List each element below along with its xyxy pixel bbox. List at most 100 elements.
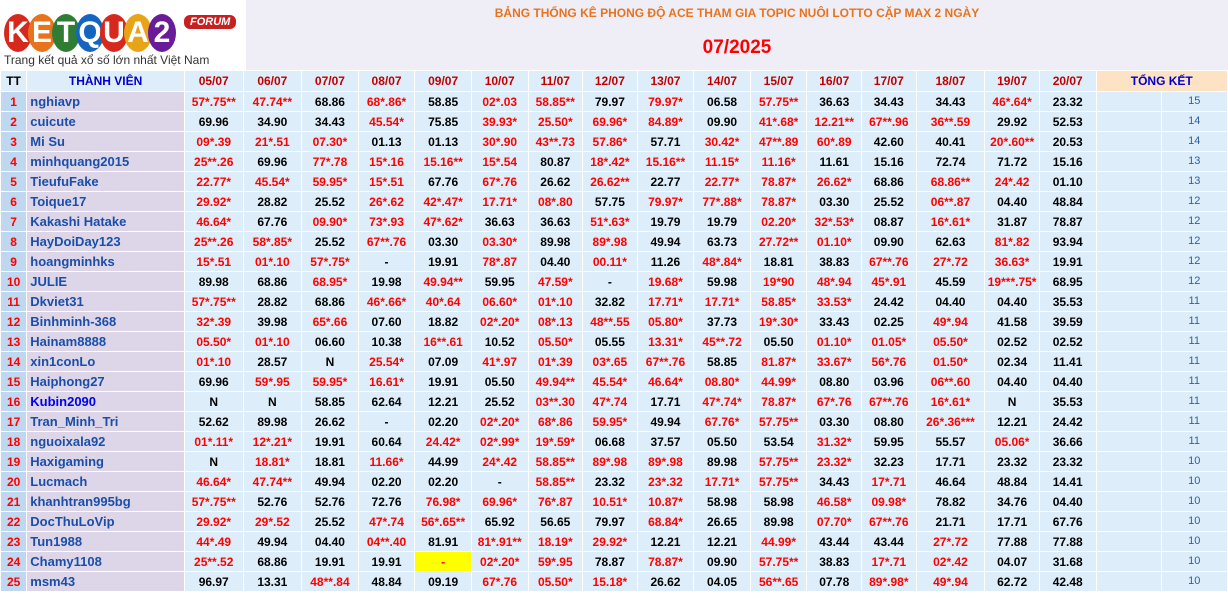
column-header-day: 15/07 xyxy=(749,70,808,92)
day-result-cell: 05.80* xyxy=(636,311,695,332)
total-cell: 12 xyxy=(1095,271,1228,292)
day-result-cell: 72.74 xyxy=(915,151,986,172)
day-result-cell: 29.92* xyxy=(183,191,244,212)
site-logo[interactable]: KETQUA2 FORUM Trang kết quả xổ số lớn nh… xyxy=(0,0,246,70)
day-result-cell: 08.87 xyxy=(861,211,917,232)
day-result-cell: 09.90 xyxy=(693,111,751,132)
day-result-cell: 11.66* xyxy=(357,451,416,472)
day-result-cell: 42.48 xyxy=(1038,571,1097,592)
day-result-cell: 57.71 xyxy=(636,131,695,152)
day-result-cell: 68.95* xyxy=(301,271,359,292)
member-name-link[interactable]: Mi Su xyxy=(26,131,185,152)
member-name-link[interactable]: Binhminh-368 xyxy=(26,311,185,332)
day-result-cell: 03.30* xyxy=(470,231,529,252)
column-header-day: 08/07 xyxy=(357,70,416,92)
member-name-link[interactable]: HayDoiDay123 xyxy=(26,231,185,252)
member-name-link[interactable]: msm43 xyxy=(26,571,185,592)
day-result-cell: - xyxy=(414,551,472,572)
member-name-link[interactable]: Haxigaming xyxy=(26,451,185,472)
day-result-cell: 16.61* xyxy=(357,371,416,392)
day-result-cell: 33.67* xyxy=(806,351,863,372)
column-header-day: 13/07 xyxy=(636,70,695,92)
day-result-cell: 57*.75** xyxy=(183,291,244,312)
day-result-cell: 19.91 xyxy=(414,251,472,272)
day-result-cell: 01*.10 xyxy=(242,251,303,272)
column-header-member: THÀNH VIÊN xyxy=(26,70,185,92)
day-result-cell: 59.95* xyxy=(301,371,359,392)
day-result-cell: 52.76 xyxy=(242,491,303,512)
day-result-cell: 15.16 xyxy=(861,151,917,172)
day-result-cell: 24.42 xyxy=(861,291,917,312)
total-cell: 14 xyxy=(1095,131,1228,152)
member-name-link[interactable]: Lucmach xyxy=(26,471,185,492)
day-result-cell: 34.90 xyxy=(242,111,303,132)
day-result-cell: 09.19 xyxy=(414,571,472,592)
member-name-link[interactable]: Toique17 xyxy=(26,191,185,212)
day-result-cell: 17.71* xyxy=(636,291,695,312)
day-result-cell: 48.84 xyxy=(984,471,1040,492)
member-name-link[interactable]: Kubin2090 xyxy=(26,391,185,412)
member-name-link[interactable]: nghiavp xyxy=(26,91,185,112)
table-row: 6 Toique17 29.92* 28.82 25.52 26*.62 42*.47* 17… xyxy=(0,191,1228,212)
day-result-cell: 04.40 xyxy=(301,531,359,552)
member-name-link[interactable]: Haiphong27 xyxy=(26,371,185,392)
member-name-link[interactable]: TieufuFake xyxy=(26,171,185,192)
rank-cell: 18 xyxy=(0,431,28,452)
member-name-link[interactable]: DocThuLoVip xyxy=(26,511,185,532)
day-result-cell: 18*.42* xyxy=(582,151,638,172)
member-name-link[interactable]: Dkviet31 xyxy=(26,291,185,312)
day-result-cell: 48*.84* xyxy=(693,251,751,272)
table-row: 25 msm43 96.97 13.31 48**.84 48.84 09.19 67*.76… xyxy=(0,571,1228,592)
total-cell: 10 xyxy=(1095,551,1228,572)
member-name-link[interactable]: xin1conLo xyxy=(26,351,185,372)
total-spacer xyxy=(1097,412,1162,431)
rank-cell: 19 xyxy=(0,451,28,472)
day-result-cell: 22.77 xyxy=(636,171,695,192)
day-result-cell: 22.77* xyxy=(693,171,751,192)
total-spacer xyxy=(1097,132,1162,151)
day-result-cell: 31.68 xyxy=(1038,551,1097,572)
day-result-cell: 02*.20* xyxy=(470,411,529,432)
day-result-cell: 02.52 xyxy=(1038,331,1097,352)
member-name-link[interactable]: hoangminhks xyxy=(26,251,185,272)
day-result-cell: 23.32* xyxy=(806,451,863,472)
member-name-link[interactable]: Kakashi Hatake xyxy=(26,211,185,232)
table-row: 18 nguoixala92 01*.11* 12*.21* 19.91 60.64 24.… xyxy=(0,431,1228,452)
member-name-link[interactable]: JULIE xyxy=(26,271,185,292)
member-name-link[interactable]: Chamy1108 xyxy=(26,551,185,572)
member-name-link[interactable]: Tran_Minh_Tri xyxy=(26,411,185,432)
day-result-cell: 67.76 xyxy=(242,211,303,232)
day-result-cell: 89.98 xyxy=(749,511,808,532)
day-result-cell: 58.85 xyxy=(414,91,472,112)
member-name-link[interactable]: Hainam8888 xyxy=(26,331,185,352)
day-result-cell: 46.64* xyxy=(183,471,244,492)
day-result-cell: 57*.75** xyxy=(183,91,244,112)
member-name-link[interactable]: minhquang2015 xyxy=(26,151,185,172)
day-result-cell: 15*.51 xyxy=(183,251,244,272)
day-result-cell: 19*90 xyxy=(749,271,808,292)
day-result-cell: 12.21** xyxy=(806,111,863,132)
day-result-cell: 47*.62* xyxy=(414,211,472,232)
day-result-cell: 40*.64 xyxy=(414,291,472,312)
table-row: 3 Mi Su 09*.39 21*.51 07.30* 01.13 01.13 30*.90… xyxy=(0,131,1228,152)
total-score: 13 xyxy=(1188,155,1201,167)
member-name-link[interactable]: nguoixala92 xyxy=(26,431,185,452)
member-name-link[interactable]: Tun1988 xyxy=(26,531,185,552)
day-result-cell: 48**.55 xyxy=(582,311,638,332)
day-result-cell: 25**.26 xyxy=(183,151,244,172)
day-result-cell: - xyxy=(470,471,529,492)
total-score: 12 xyxy=(1188,215,1201,227)
day-result-cell: 35.53 xyxy=(1038,291,1097,312)
member-name-link[interactable]: cuicute xyxy=(26,111,185,132)
day-result-cell: 89.98 xyxy=(242,411,303,432)
day-result-cell: 26.65 xyxy=(693,511,751,532)
total-cell: 12 xyxy=(1095,251,1228,272)
day-result-cell: 30*.90 xyxy=(470,131,529,152)
day-result-cell: 56*.65** xyxy=(414,511,472,532)
day-result-cell: 13.31* xyxy=(636,331,695,352)
member-name-link[interactable]: khanhtran995bg xyxy=(26,491,185,512)
day-result-cell: 09.98* xyxy=(861,491,917,512)
day-result-cell: 36.63* xyxy=(984,251,1040,272)
day-result-cell: 81*.91** xyxy=(470,531,529,552)
day-result-cell: 67.76* xyxy=(693,411,751,432)
